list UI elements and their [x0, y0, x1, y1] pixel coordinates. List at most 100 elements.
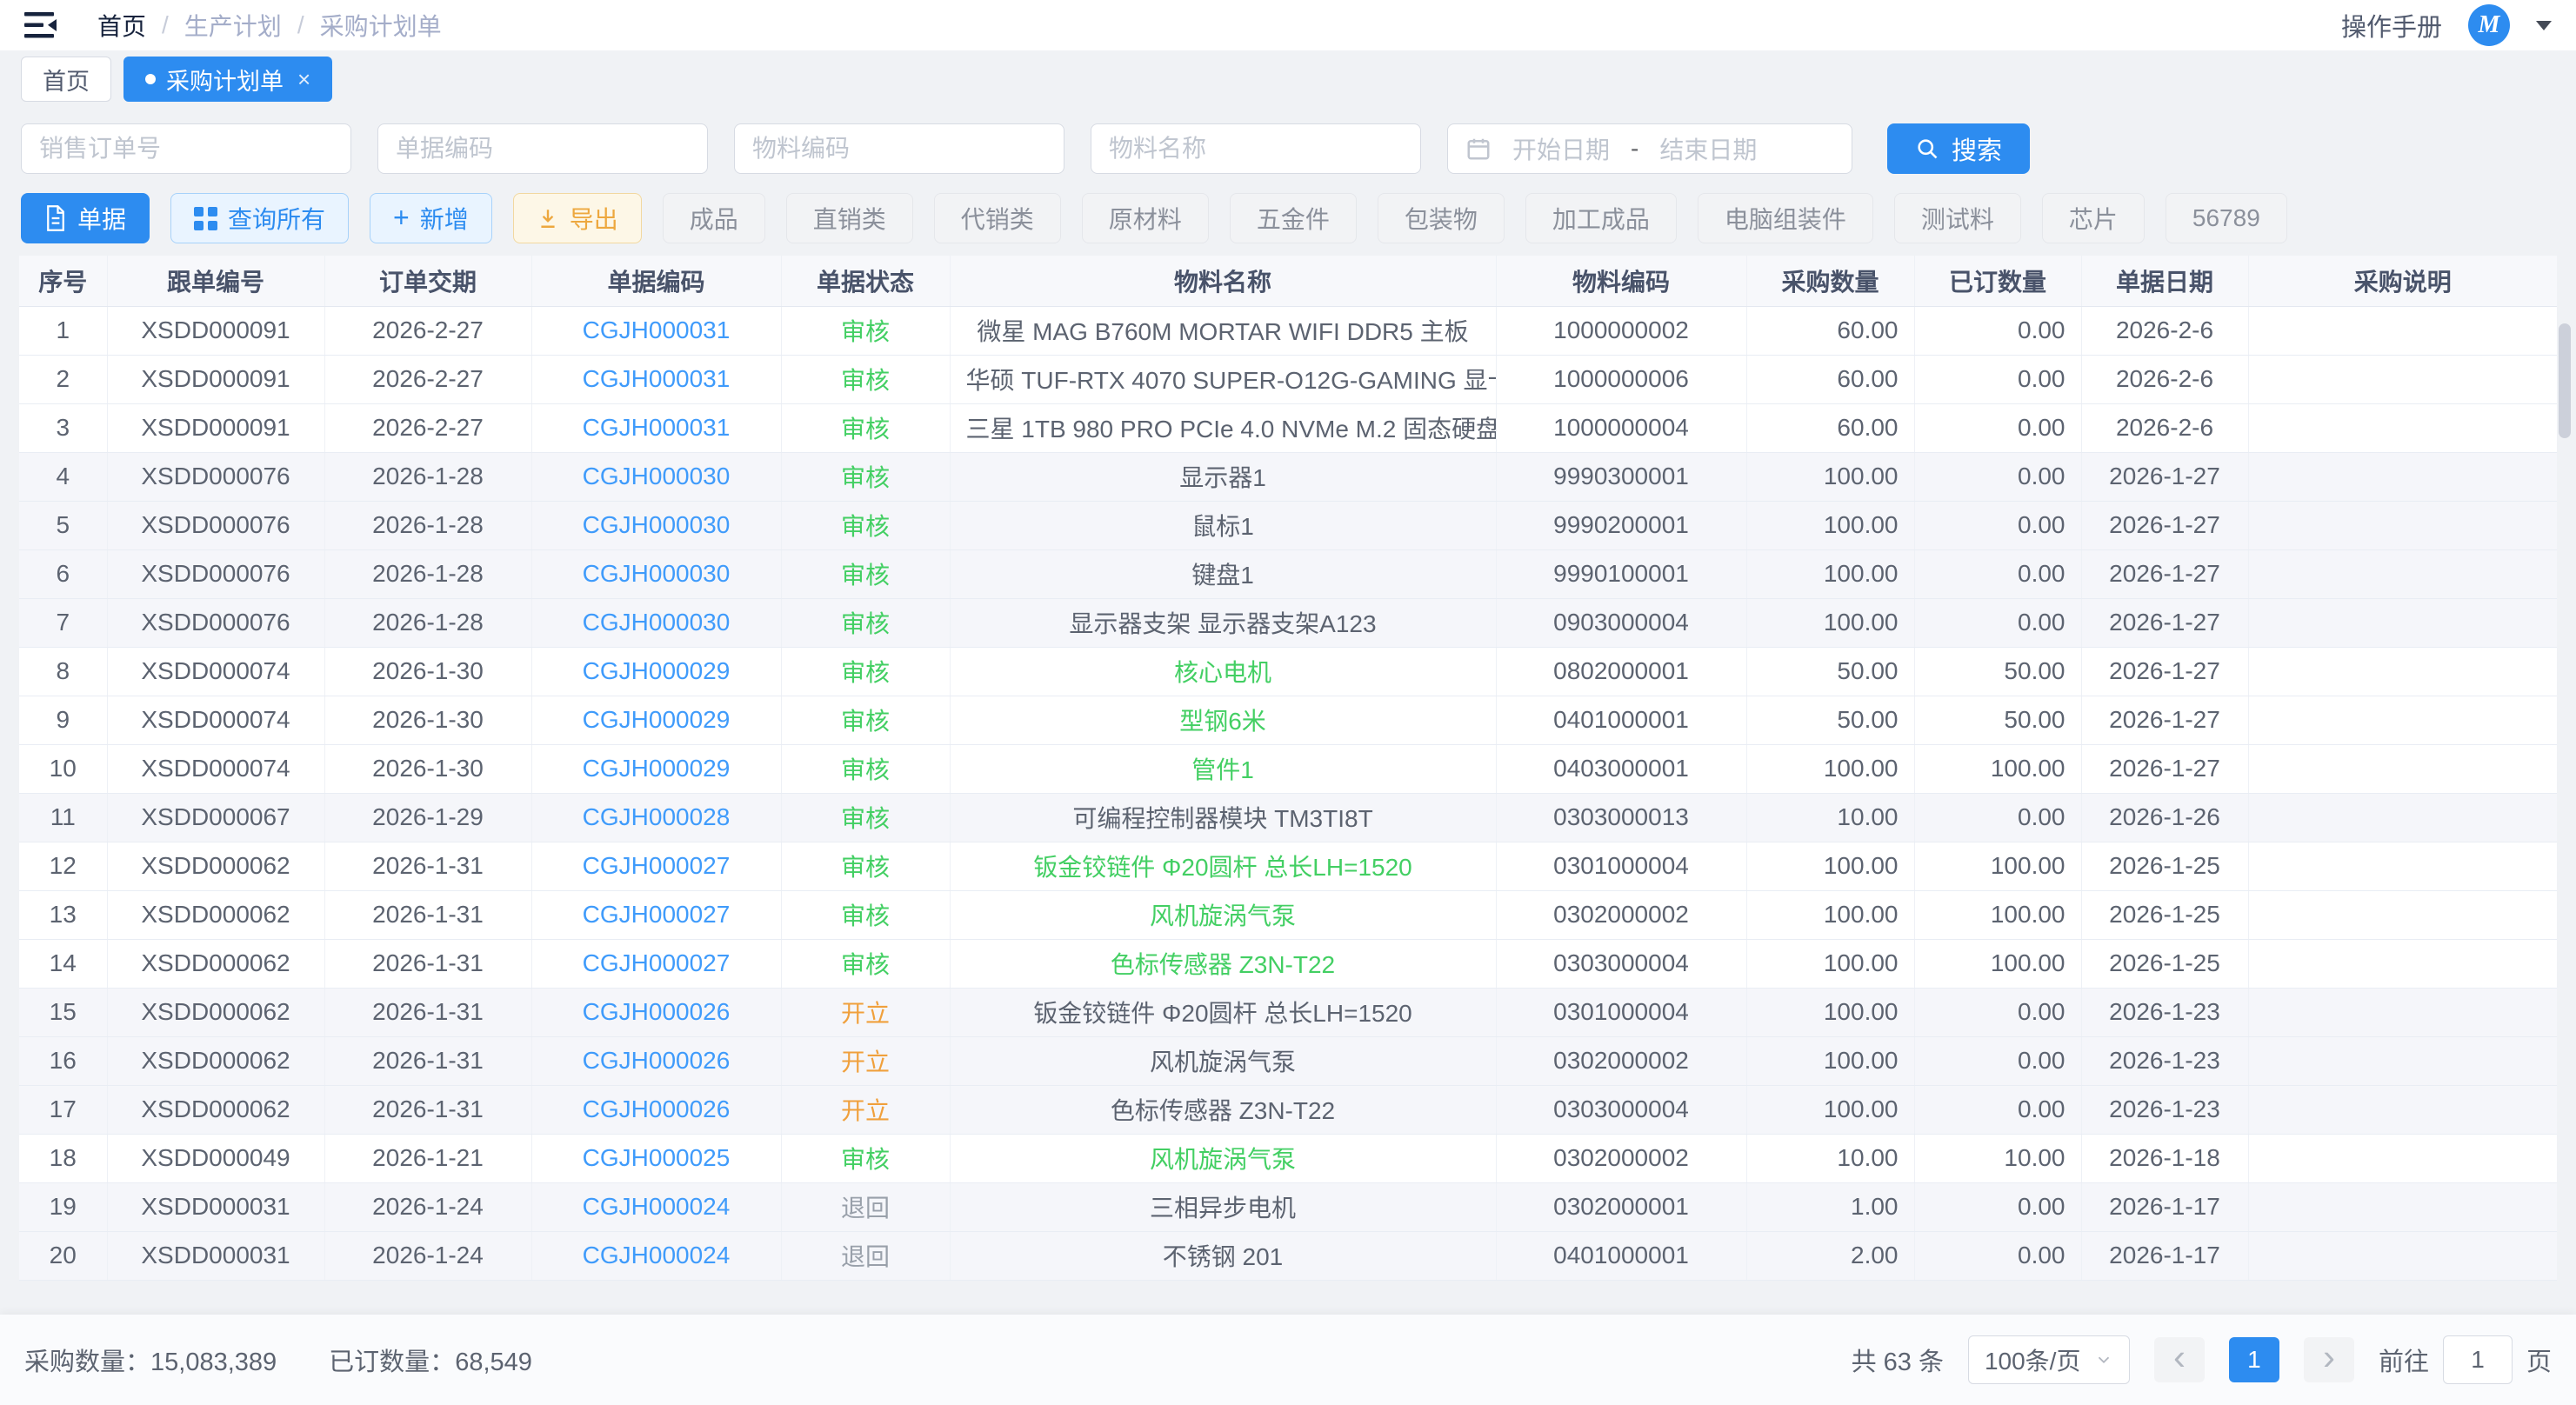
breadcrumb-item[interactable]: 采购计划单 [320, 8, 442, 43]
table-row: 2XSDD0000912026-2-27CGJH000031审核华硕 TUF-R… [19, 355, 2557, 403]
doc-code-link[interactable]: CGJH000031 [531, 403, 781, 452]
download-icon [537, 207, 559, 230]
order-no: XSDD000062 [107, 1085, 324, 1134]
status-badge: 审核 [781, 793, 950, 842]
doc-code-link[interactable]: CGJH000024 [531, 1231, 781, 1280]
doc-code-link[interactable]: CGJH000026 [531, 988, 781, 1036]
doc-code-link[interactable]: CGJH000031 [531, 306, 781, 355]
doc-code-link[interactable]: CGJH000030 [531, 452, 781, 501]
date-range-picker[interactable]: 开始日期 - 结束日期 [1447, 123, 1852, 174]
doc-code-link[interactable]: CGJH000029 [531, 744, 781, 793]
row-index: 5 [19, 501, 107, 549]
doc-code-link[interactable]: CGJH000031 [531, 355, 781, 403]
doc-code-link[interactable]: CGJH000027 [531, 939, 781, 988]
row-index: 20 [19, 1231, 107, 1280]
category-button[interactable]: 包装物 [1378, 193, 1505, 243]
category-button[interactable]: 成品 [663, 193, 765, 243]
doc-code-link[interactable]: CGJH000027 [531, 842, 781, 890]
material-code: 0302000001 [1496, 1182, 1746, 1231]
ordered-qty: 100.00 [1914, 842, 2081, 890]
purchase-note [2248, 939, 2557, 988]
prev-page-button[interactable]: ‹ [2154, 1337, 2205, 1382]
doc-code-link[interactable]: CGJH000029 [531, 647, 781, 696]
order-no: XSDD000062 [107, 842, 324, 890]
doc-code-link[interactable]: CGJH000028 [531, 793, 781, 842]
doc-code-link[interactable]: CGJH000026 [531, 1036, 781, 1085]
material-code-input[interactable] [734, 123, 1064, 174]
doc-code-link[interactable]: CGJH000030 [531, 501, 781, 549]
material-code: 9990300001 [1496, 452, 1746, 501]
status-badge: 审核 [781, 598, 950, 647]
purchase-qty: 100.00 [1746, 1036, 1914, 1085]
doc-code-link[interactable]: CGJH000025 [531, 1134, 781, 1182]
doc-date: 2026-1-27 [2081, 501, 2248, 549]
breadcrumb-item[interactable]: 生产计划 [184, 8, 282, 43]
category-button[interactable]: 五金件 [1230, 193, 1357, 243]
query-all-button[interactable]: 查询所有 [170, 193, 349, 243]
collapse-menu-icon[interactable] [24, 8, 64, 43]
material-name: 钣金铰链件 Φ20圆杆 总长LH=1520 [950, 842, 1496, 890]
ordered-qty: 0.00 [1914, 403, 2081, 452]
due-date: 2026-1-31 [324, 1085, 531, 1134]
table-row: 4XSDD0000762026-1-28CGJH000030审核显示器19990… [19, 452, 2557, 501]
purchase-note [2248, 1231, 2557, 1280]
search-button[interactable]: 搜索 [1887, 123, 2030, 174]
avatar[interactable]: M [2468, 4, 2510, 46]
tab-首页[interactable]: 首页 [21, 57, 111, 102]
row-index: 19 [19, 1182, 107, 1231]
vertical-scrollbar-thumb[interactable] [2559, 323, 2571, 438]
doc-code-link[interactable]: CGJH000027 [531, 890, 781, 939]
document-button-label: 单据 [77, 201, 126, 236]
pagination: 共 63 条 100条/页 ‹ 1 › 前往 页 [1852, 1335, 2552, 1384]
ordered-qty: 100.00 [1914, 890, 2081, 939]
current-page-button[interactable]: 1 [2229, 1337, 2279, 1382]
doc-code-link[interactable]: CGJH000029 [531, 696, 781, 744]
due-date: 2026-1-31 [324, 842, 531, 890]
material-code: 0903000004 [1496, 598, 1746, 647]
order-no: XSDD000031 [107, 1182, 324, 1231]
page-size-select[interactable]: 100条/页 [1968, 1335, 2130, 1384]
doc-code-link[interactable]: CGJH000030 [531, 598, 781, 647]
doc-code-link[interactable]: CGJH000026 [531, 1085, 781, 1134]
tab-采购计划单[interactable]: 采购计划单× [123, 57, 332, 102]
doc-date: 2026-2-6 [2081, 355, 2248, 403]
material-name: 键盘1 [950, 549, 1496, 598]
export-button[interactable]: 导出 [513, 193, 642, 243]
material-name-input[interactable] [1091, 123, 1421, 174]
status-badge: 审核 [781, 890, 950, 939]
material-code: 0302000002 [1496, 1036, 1746, 1085]
document-button[interactable]: 单据 [21, 193, 150, 243]
tab-close-icon[interactable]: × [297, 66, 310, 93]
row-index: 14 [19, 939, 107, 988]
category-button[interactable]: 电脑组装件 [1698, 193, 1873, 243]
category-button[interactable]: 芯片 [2042, 193, 2145, 243]
material-code: 0301000004 [1496, 842, 1746, 890]
category-button[interactable]: 原材料 [1082, 193, 1209, 243]
doc-code-link[interactable]: CGJH000024 [531, 1182, 781, 1231]
doc-date: 2026-1-27 [2081, 452, 2248, 501]
user-menu-caret-icon[interactable] [2536, 21, 2552, 30]
category-button[interactable]: 加工成品 [1525, 193, 1677, 243]
doc-code-link[interactable]: CGJH000030 [531, 549, 781, 598]
doc-date: 2026-1-27 [2081, 744, 2248, 793]
category-button[interactable]: 测试料 [1894, 193, 2021, 243]
breadcrumb-item[interactable]: 首页 [97, 8, 146, 43]
sales-order-input[interactable] [21, 123, 351, 174]
doc-code-input[interactable] [377, 123, 708, 174]
ordered-qty: 50.00 [1914, 696, 2081, 744]
order-no: XSDD000091 [107, 403, 324, 452]
due-date: 2026-1-30 [324, 696, 531, 744]
status-badge: 审核 [781, 842, 950, 890]
row-index: 11 [19, 793, 107, 842]
status-badge: 审核 [781, 403, 950, 452]
category-button[interactable]: 56789 [2166, 193, 2287, 243]
goto-page-input[interactable] [2443, 1335, 2513, 1384]
add-button[interactable]: + 新增 [370, 193, 492, 243]
manual-link[interactable]: 操作手册 [2341, 7, 2442, 43]
category-button[interactable]: 代销类 [934, 193, 1061, 243]
export-button-label: 导出 [570, 201, 618, 236]
material-name: 管件1 [950, 744, 1496, 793]
next-page-button[interactable]: › [2304, 1337, 2354, 1382]
query-all-label: 查询所有 [228, 201, 325, 236]
category-button[interactable]: 直销类 [786, 193, 913, 243]
